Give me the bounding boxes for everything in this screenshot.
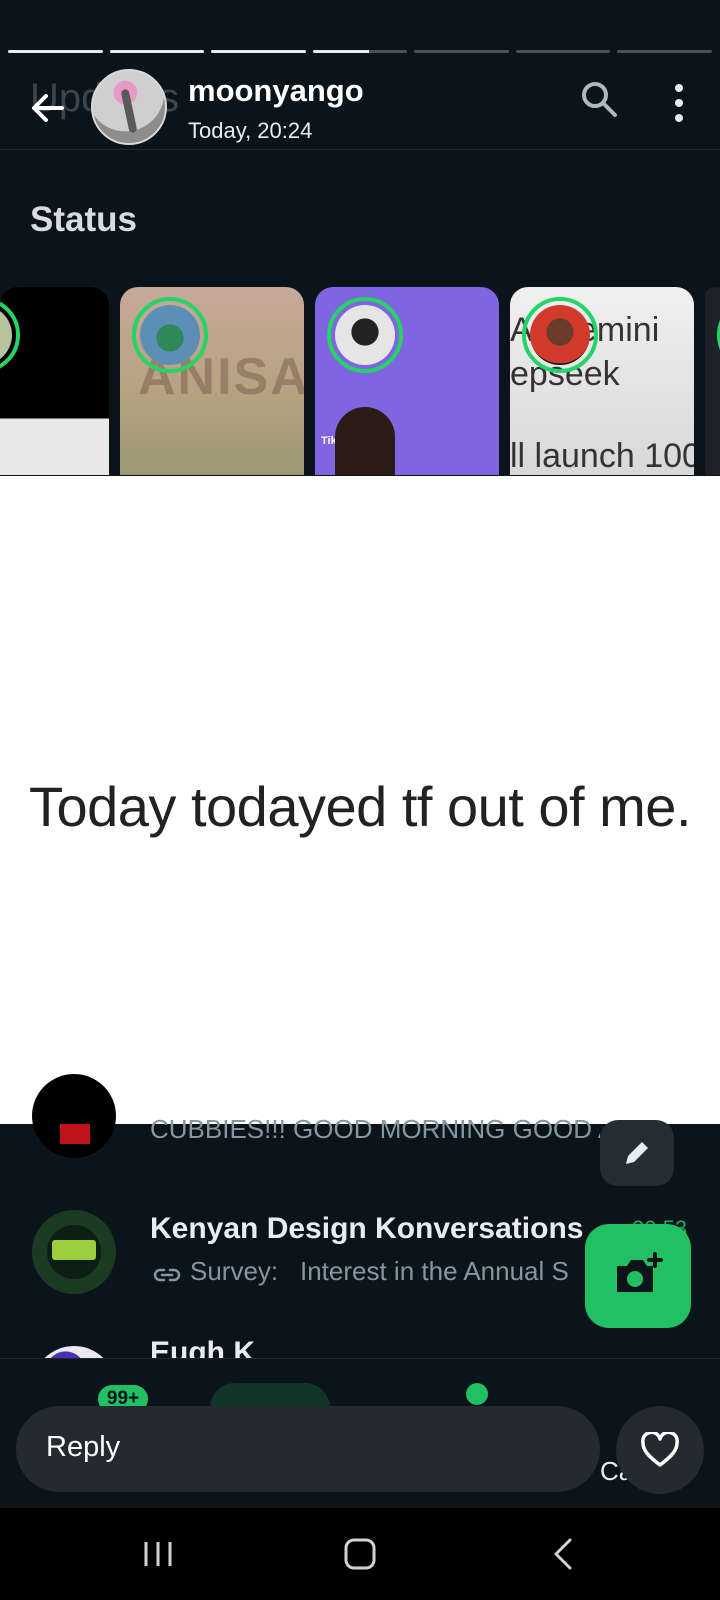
status-card[interactable] bbox=[705, 287, 720, 475]
story-progress-segment bbox=[414, 50, 509, 53]
chat-preview-prefix: Survey: bbox=[190, 1256, 279, 1286]
story-content[interactable]: Today todayed tf out of me. bbox=[0, 476, 720, 1124]
chat-preview: Interest in the Annual S bbox=[300, 1256, 569, 1286]
status-card-caption: ll launch 100 bbox=[510, 437, 694, 475]
home-icon[interactable] bbox=[340, 1536, 380, 1572]
back-arrow-icon[interactable] bbox=[28, 88, 68, 128]
camera-plus-icon bbox=[617, 1252, 663, 1292]
status-card[interactable]: AI Gemini epseek ll launch 100 bbox=[510, 287, 694, 475]
story-progress bbox=[8, 50, 713, 54]
heart-icon bbox=[641, 1432, 679, 1467]
story-progress-segment bbox=[617, 50, 713, 53]
communities-dot bbox=[466, 1383, 488, 1405]
status-card[interactable]: ANISA bbox=[120, 287, 304, 475]
story-progress-segment bbox=[312, 50, 408, 53]
reply-field[interactable]: Reply bbox=[16, 1406, 600, 1492]
edit-status-button[interactable] bbox=[600, 1120, 674, 1186]
contact-name[interactable]: moonyango bbox=[188, 73, 364, 109]
pencil-icon bbox=[626, 1142, 648, 1164]
story-text: Today todayed tf out of me. bbox=[28, 775, 692, 838]
chat-avatar bbox=[32, 1210, 116, 1294]
back-icon[interactable] bbox=[544, 1536, 584, 1572]
search-icon[interactable] bbox=[580, 80, 618, 118]
like-button[interactable] bbox=[616, 1406, 704, 1494]
link-icon bbox=[153, 1268, 181, 1282]
story-progress-segment bbox=[211, 50, 306, 53]
chat-preview: CUBBIES!!! GOOD MORNING GOOD A bbox=[150, 1114, 600, 1144]
story-progress-segment bbox=[8, 50, 103, 53]
reply-placeholder: Reply bbox=[46, 1431, 121, 1463]
header-divider bbox=[0, 149, 720, 150]
chat-row[interactable]: Eugh K bbox=[0, 1330, 720, 1358]
status-card[interactable] bbox=[0, 287, 109, 475]
story-progress-segment bbox=[515, 50, 611, 53]
story-progress-segment bbox=[109, 50, 205, 53]
status-card[interactable]: TikTok bbox=[315, 287, 499, 475]
camera-status-button[interactable] bbox=[585, 1224, 691, 1328]
status-heading: Status bbox=[30, 200, 137, 239]
posted-time: Today, 20:24 bbox=[188, 118, 313, 143]
chat-title: Eugh K bbox=[150, 1336, 255, 1358]
chat-title: Kenyan Design Konversations bbox=[150, 1212, 584, 1245]
more-vert-icon[interactable] bbox=[664, 82, 694, 124]
system-nav-bar bbox=[0, 1508, 720, 1600]
contact-avatar[interactable] bbox=[91, 69, 167, 145]
recents-icon[interactable] bbox=[138, 1536, 178, 1572]
